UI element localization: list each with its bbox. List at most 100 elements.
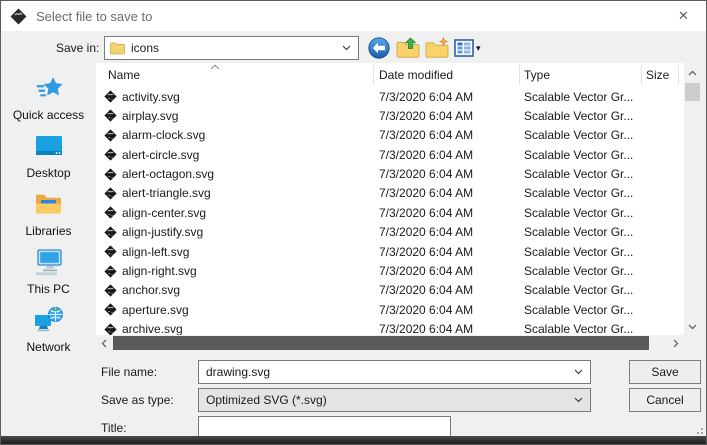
vertical-scrollbar-thumb[interactable] <box>685 83 700 101</box>
file-type: Scalable Vector Gr... <box>524 322 633 335</box>
inkscape-file-icon <box>104 187 117 200</box>
file-row[interactable]: aperture.svg 7/3/2020 6:04 AM Scalable Vec… <box>96 300 684 319</box>
resize-grip[interactable] <box>693 424 703 434</box>
this-pc-icon <box>1 245 96 279</box>
up-one-level-button[interactable] <box>396 35 420 61</box>
file-list: Name Date modified Type Size activity.sv… <box>96 63 701 351</box>
scrollbar-corner <box>684 335 701 351</box>
column-header-type[interactable]: Type <box>524 63 550 87</box>
save-button[interactable]: Save <box>629 360 701 384</box>
sidebar-item-network[interactable]: Network <box>1 303 96 354</box>
chevron-down-icon <box>574 397 583 403</box>
view-menu-icon <box>454 39 474 57</box>
file-row[interactable]: align-right.svg7/3/2020 6:04 AMScalable … <box>96 262 684 281</box>
scroll-up-icon[interactable] <box>684 65 701 81</box>
sidebar-item-label: This PC <box>1 282 96 296</box>
column-header-date-modified[interactable]: Date modified <box>379 63 453 87</box>
new-folder-button[interactable] <box>425 35 449 61</box>
scroll-down-icon[interactable] <box>684 319 701 335</box>
save-file-dialog: Select file to save to ✕ Save in: icons … <box>0 0 707 445</box>
file-row[interactable]: archive.svg7/3/2020 6:04 AMScalable Vect… <box>96 320 684 335</box>
inkscape-file-icon <box>104 148 117 161</box>
column-divider[interactable] <box>373 65 374 85</box>
file-name-combobox[interactable]: drawing.svg <box>198 360 591 384</box>
file-type: Scalable Vector Gr... <box>524 283 633 297</box>
file-date-modified: 7/3/2020 6:04 AM <box>379 303 473 317</box>
inkscape-logo-icon <box>10 8 27 25</box>
desktop-icon <box>1 129 96 163</box>
file-name: alert-triangle.svg <box>122 186 211 200</box>
file-date-modified: 7/3/2020 6:04 AM <box>379 322 473 335</box>
toolbar-nav-buttons: ▾ <box>367 35 481 61</box>
file-name: alert-octagon.svg <box>122 167 214 181</box>
vertical-scrollbar[interactable] <box>684 63 701 335</box>
file-row[interactable]: align-justify.svg 7/3/2020 6:04 AM Scalabl… <box>96 223 684 242</box>
file-row[interactable]: align-left.svg7/3/2020 6:04 AMScalable V… <box>96 242 684 261</box>
file-name: align-left.svg <box>122 245 189 259</box>
window-bottom-edge <box>1 436 706 444</box>
sort-ascending-icon <box>210 64 220 70</box>
file-type: Scalable Vector Gr... <box>524 148 633 162</box>
file-date-modified: 7/3/2020 6:04 AM <box>379 225 473 239</box>
sidebar-item-desktop[interactable]: Desktop <box>1 129 96 180</box>
file-name: anchor.svg <box>122 283 180 297</box>
sidebar-item-label: Network <box>1 340 96 354</box>
sidebar-item-quick-access[interactable]: Quick access <box>1 71 96 122</box>
inkscape-file-icon <box>104 90 117 103</box>
file-type: Scalable Vector Gr... <box>524 167 633 181</box>
file-row[interactable]: anchor.svg7/3/2020 6:04 AMScalable Vecto… <box>96 281 684 300</box>
dropdown-caret-icon: ▾ <box>476 43 481 54</box>
save-in-combobox[interactable]: icons <box>104 36 359 60</box>
file-date-modified: 7/3/2020 6:04 AM <box>379 186 473 200</box>
new-folder-icon <box>425 37 449 59</box>
file-date-modified: 7/3/2020 6:04 AM <box>379 90 473 104</box>
horizontal-scrollbar-thumb[interactable] <box>113 336 649 350</box>
window-title: Select file to save to <box>36 9 152 24</box>
save-as-type-label: Save as type: <box>101 388 174 412</box>
file-name: aperture.svg <box>122 303 189 317</box>
quick-access-icon <box>1 71 96 105</box>
inkscape-file-icon <box>104 109 117 122</box>
column-header-size[interactable]: Size <box>646 63 669 87</box>
cancel-button[interactable]: Cancel <box>629 388 701 412</box>
sidebar-item-libraries[interactable]: Libraries <box>1 187 96 238</box>
file-name-value: drawing.svg <box>206 365 270 379</box>
file-rows: activity.svg7/3/2020 6:04 AMScalable Vec… <box>96 87 684 335</box>
libraries-icon <box>1 187 96 221</box>
back-button[interactable] <box>367 35 391 61</box>
back-icon <box>368 37 390 59</box>
titlebar: Select file to save to ✕ <box>1 1 706 31</box>
column-divider[interactable] <box>678 65 679 85</box>
view-menu-button[interactable]: ▾ <box>454 35 481 61</box>
close-button[interactable]: ✕ <box>661 1 706 30</box>
sidebar-item-label: Quick access <box>1 108 96 122</box>
scroll-left-icon[interactable] <box>96 335 112 351</box>
file-name: align-justify.svg <box>122 225 203 239</box>
file-row[interactable]: alert-octagon.svg7/3/2020 6:04 AMScalabl… <box>96 165 684 184</box>
inkscape-file-icon <box>104 206 117 219</box>
horizontal-scrollbar[interactable] <box>96 335 684 351</box>
file-type: Scalable Vector Gr... <box>524 225 633 239</box>
file-date-modified: 7/3/2020 6:04 AM <box>379 128 473 142</box>
column-divider[interactable] <box>641 65 642 85</box>
file-row[interactable]: activity.svg7/3/2020 6:04 AMScalable Vec… <box>96 87 684 106</box>
column-divider[interactable] <box>519 65 520 85</box>
file-type: Scalable Vector Gr... <box>524 206 633 220</box>
file-name-label: File name: <box>101 360 157 384</box>
file-type: Scalable Vector Gr... <box>524 303 633 317</box>
save-as-type-combobox[interactable]: Optimized SVG (*.svg) <box>198 388 591 412</box>
file-row[interactable]: alert-circle.svg7/3/2020 6:04 AMScalable… <box>96 145 684 164</box>
inkscape-file-icon <box>104 284 117 297</box>
inkscape-file-icon <box>104 323 117 335</box>
file-date-modified: 7/3/2020 6:04 AM <box>379 245 473 259</box>
scroll-right-icon[interactable] <box>668 335 684 351</box>
sidebar-item-this-pc[interactable]: This PC <box>1 245 96 296</box>
file-row[interactable]: align-center.svg7/3/2020 6:04 AMScalable… <box>96 203 684 222</box>
file-type: Scalable Vector Gr... <box>524 109 633 123</box>
file-row[interactable]: alert-triangle.svg7/3/2020 6:04 AMScalab… <box>96 184 684 203</box>
file-row[interactable]: alarm-clock.svg7/3/2020 6:04 AMScalable … <box>96 126 684 145</box>
network-icon <box>1 303 96 337</box>
column-header-name[interactable]: Name <box>108 63 140 87</box>
save-in-value: icons <box>131 41 159 55</box>
file-row[interactable]: airplay.svg7/3/2020 6:04 AMScalable Vect… <box>96 106 684 125</box>
